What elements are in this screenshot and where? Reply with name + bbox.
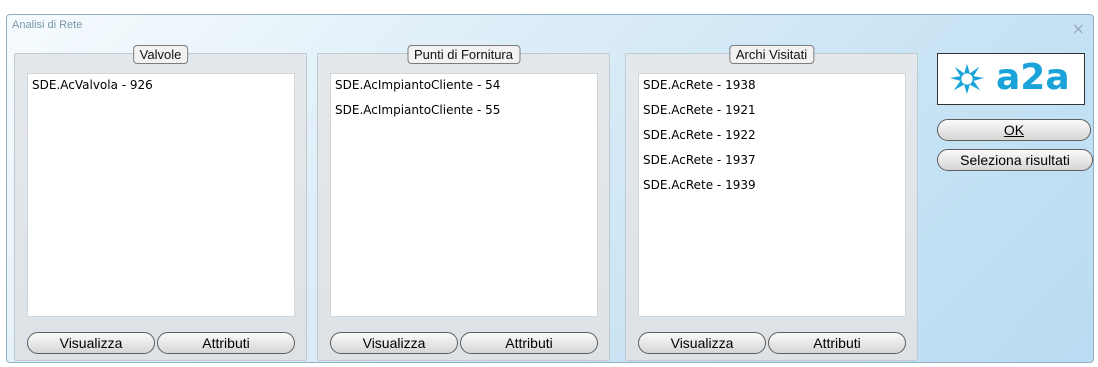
archi-attributi-button[interactable]: Attributi [768, 332, 906, 354]
a2a-logo-icon [950, 63, 984, 95]
window-title: Analisi di Rete [12, 19, 83, 31]
valvole-attributi-button[interactable]: Attributi [157, 332, 295, 354]
archi-visitati-list[interactable]: SDE.AcRete - 1938 SDE.AcRete - 1921 SDE.… [638, 73, 906, 317]
a2a-logo: a2a [937, 53, 1085, 105]
list-item[interactable]: SDE.AcRete - 1921 [639, 103, 905, 128]
list-item[interactable]: SDE.AcRete - 1938 [639, 78, 905, 103]
list-item[interactable]: SDE.AcImpiantoCliente - 54 [331, 78, 597, 103]
seleziona-risultati-button[interactable]: Seleziona risultati [937, 149, 1093, 171]
list-item[interactable]: SDE.AcRete - 1922 [639, 128, 905, 153]
punti-di-fornitura-title: Punti di Fornitura [407, 45, 520, 64]
a2a-logo-text: a2a [996, 57, 1070, 98]
valvole-group: Valvole SDE.AcValvola - 926 Visualizza A… [14, 45, 307, 361]
punti-di-fornitura-group: Punti di Fornitura SDE.AcImpiantoCliente… [317, 45, 610, 361]
close-icon[interactable]: × [1072, 21, 1085, 37]
analisi-di-rete-window: Analisi di Rete × Valvole SDE.AcValvola … [6, 14, 1094, 363]
ok-label: OK [1003, 122, 1025, 138]
punti-attributi-button[interactable]: Attributi [460, 332, 598, 354]
valvole-title: Valvole [132, 45, 189, 64]
archi-visitati-title: Archi Visitati [728, 45, 815, 64]
archi-visitati-group: Archi Visitati SDE.AcRete - 1938 SDE.AcR… [625, 45, 918, 361]
valvole-visualizza-button[interactable]: Visualizza [27, 332, 155, 354]
valvole-list[interactable]: SDE.AcValvola - 926 [27, 73, 295, 317]
list-item[interactable]: SDE.AcImpiantoCliente - 55 [331, 103, 597, 128]
punti-visualizza-button[interactable]: Visualizza [330, 332, 458, 354]
archi-visualizza-button[interactable]: Visualizza [638, 332, 766, 354]
ok-button[interactable]: OK [937, 119, 1091, 141]
list-item[interactable]: SDE.AcRete - 1937 [639, 153, 905, 178]
punti-di-fornitura-list[interactable]: SDE.AcImpiantoCliente - 54 SDE.AcImpiant… [330, 73, 598, 317]
list-item[interactable]: SDE.AcRete - 1939 [639, 178, 905, 203]
list-item[interactable]: SDE.AcValvola - 926 [28, 78, 294, 103]
